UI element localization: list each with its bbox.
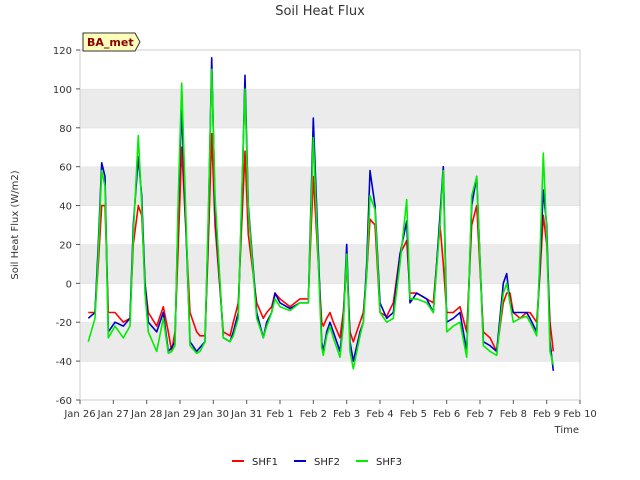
- grid-band: [80, 88, 580, 128]
- x-tick-label: Feb 4: [366, 409, 393, 420]
- x-axis-ticks: Jan 26 Jan 27 Jan 28 Jan 29 Jan 30 Jan 31 Feb …: [63, 400, 597, 420]
- y-axis-title: Soil Heat Flux (W/m2): [10, 170, 21, 279]
- soil-heat-flux-chart: -60-40-20020406080100120 Jan 26 Jan 27 Jan…: [10, 4, 597, 468]
- y-tick-label: 20: [59, 240, 72, 251]
- x-tick-label: Jan 29: [163, 409, 195, 420]
- x-tick-label: Feb 6: [433, 409, 460, 420]
- x-tick-label: Feb 7: [466, 409, 493, 420]
- chart-title: Soil Heat Flux: [275, 4, 365, 19]
- grid-band: [80, 127, 580, 167]
- y-tick-label: 100: [53, 85, 72, 96]
- x-axis-title: Time: [554, 425, 579, 436]
- y-tick-label: 120: [53, 46, 72, 57]
- tag-label: BA_met: [87, 36, 134, 49]
- y-tick-label: 60: [59, 163, 72, 174]
- x-tick-label: Feb 1: [266, 409, 293, 420]
- x-tick-label: Jan 26: [63, 409, 95, 420]
- x-tick-label: Feb 9: [533, 409, 560, 420]
- y-tick-label: 0: [66, 279, 72, 290]
- y-tick-label: -20: [56, 318, 72, 329]
- ba-met-tag: BA_met: [82, 32, 141, 52]
- x-tick-label: Jan 30: [197, 409, 229, 420]
- x-tick-label: Jan 28: [130, 409, 162, 420]
- grid-band: [80, 361, 580, 400]
- y-tick-label: 80: [59, 124, 72, 135]
- legend-label-shf1: SHF1: [252, 457, 278, 468]
- x-tick-label: Jan 31: [230, 409, 262, 420]
- x-tick-label: Feb 10: [563, 409, 597, 420]
- x-tick-label: Feb 3: [333, 409, 360, 420]
- legend-label-shf3: SHF3: [376, 457, 402, 468]
- x-tick-label: Feb 2: [300, 409, 327, 420]
- y-tick-label: 40: [59, 202, 72, 213]
- grid-band: [80, 166, 580, 206]
- x-tick-label: Feb 8: [500, 409, 527, 420]
- y-tick-label: -40: [56, 357, 72, 368]
- y-tick-label: -60: [56, 396, 72, 407]
- legend: SHF1 SHF2 SHF3: [232, 457, 402, 468]
- y-axis-ticks: -60 -40 -20 0 20 40 60 80 100 120: [53, 46, 80, 407]
- x-tick-label: Feb 5: [400, 409, 427, 420]
- grid-band: [80, 205, 580, 245]
- grid-band: [80, 50, 580, 89]
- legend-label-shf2: SHF2: [314, 457, 340, 468]
- x-tick-label: Jan 27: [97, 409, 129, 420]
